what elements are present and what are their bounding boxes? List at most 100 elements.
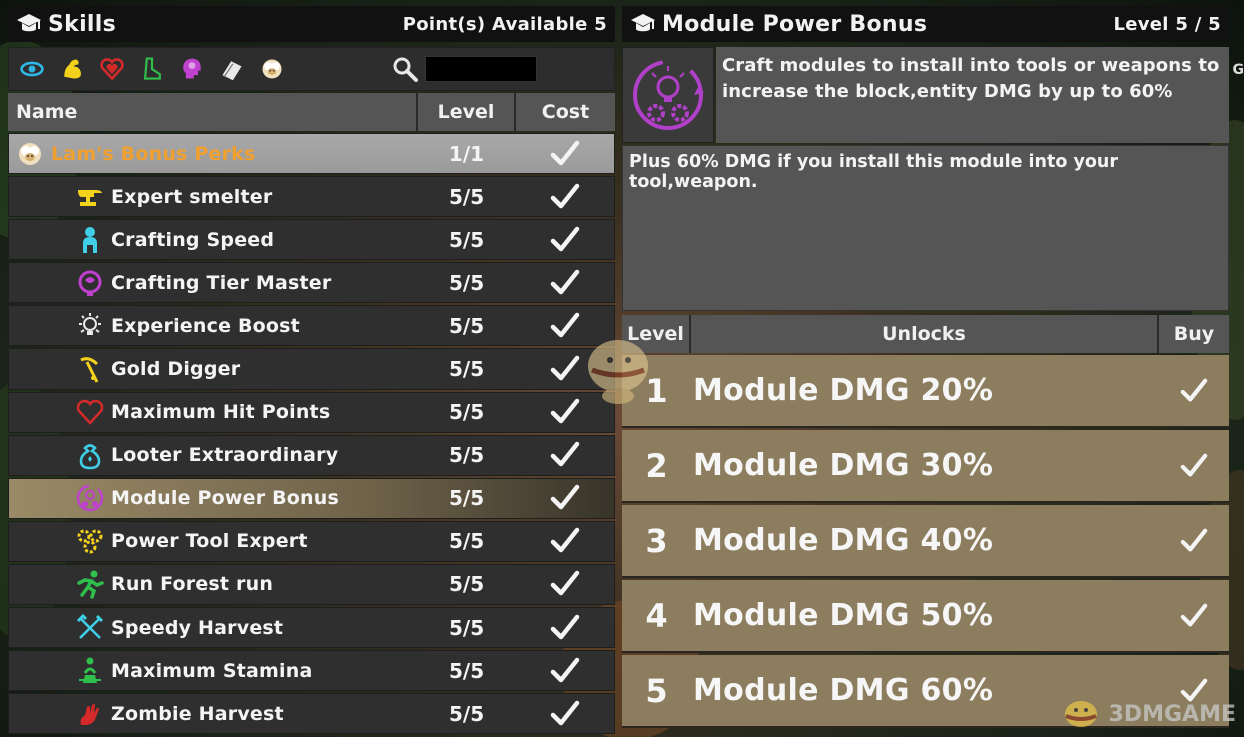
skill-cost-cell: [515, 139, 614, 169]
skill-name-cell: Gold Digger: [9, 354, 418, 384]
skill-cost-cell: [515, 569, 614, 599]
book-icon: [222, 61, 242, 81]
skill-level: 5/5: [448, 443, 485, 468]
unlocks-list: 1 Module DMG 20% 2 Module DMG 30% 3 Module DM…: [622, 355, 1229, 728]
perk-level: Level 5 / 5: [1113, 13, 1221, 35]
graduation-cap-icon: [17, 14, 41, 32]
anvil-icon: [78, 189, 102, 206]
perk-detail-panel: Module Power Bonus Level 5 / 5 Craft mod…: [622, 6, 1229, 730]
skill-row[interactable]: Module Power Bonus 5/5: [8, 477, 615, 519]
skill-name: Crafting Tier Master: [111, 271, 332, 294]
skill-cost-cell: [515, 268, 614, 298]
perk-group-row[interactable]: Lam's Bonus Perks 1/1: [8, 133, 615, 175]
offscreen-edge-text: G: [1232, 62, 1244, 78]
unlock-level: 5: [645, 671, 668, 710]
unlock-row[interactable]: 2 Module DMG 30%: [622, 430, 1229, 503]
checkmark-icon: [1180, 528, 1208, 551]
unlock-buy-cell[interactable]: [1159, 527, 1229, 555]
skill-name-cell: Power Tool Expert: [9, 526, 418, 556]
unlock-row[interactable]: 1 Module DMG 20%: [622, 355, 1229, 428]
skill-row[interactable]: Maximum Stamina 5/5: [8, 650, 615, 692]
skill-name: Crafting Speed: [111, 228, 275, 251]
skill-level: 5/5: [448, 486, 485, 511]
checkmark-icon: [550, 614, 579, 639]
module-gear-icon: [76, 485, 104, 512]
watermark-text: 3DMGAME: [1108, 701, 1236, 727]
skill-name-cell: Speedy Harvest: [9, 613, 418, 643]
category-filter-heart[interactable]: [95, 52, 129, 86]
unlock-level: 4: [645, 596, 668, 635]
skill-name-cell: Maximum Hit Points: [9, 397, 418, 427]
skills-table-header: Name Level Cost: [8, 93, 615, 131]
perk-long-description: Plus 60% DMG if you install this module …: [622, 145, 1229, 311]
skill-name-cell: Maximum Stamina: [9, 656, 418, 686]
checkmark-icon: [550, 269, 579, 295]
skill-level: 5/5: [448, 357, 485, 382]
skill-name: Run Forest run: [111, 573, 274, 596]
category-filter-brain-head[interactable]: [175, 52, 209, 86]
skill-level: 5/5: [448, 701, 485, 726]
skill-name-cell: Crafting Speed: [9, 225, 418, 255]
column-header-level[interactable]: Level: [418, 93, 516, 131]
skill-row[interactable]: Looter Extraordinary 5/5: [8, 434, 615, 476]
skill-row[interactable]: Crafting Tier Master 5/5: [8, 262, 615, 304]
checkmark-icon: [1180, 378, 1208, 401]
skill-cost-cell: [515, 440, 614, 470]
sheep-icon: [19, 142, 41, 165]
checkmark-icon: [550, 700, 579, 726]
skill-name-cell: Zombie Harvest: [9, 699, 418, 729]
category-filter-sheep[interactable]: [255, 52, 289, 86]
search-input[interactable]: [425, 56, 537, 82]
category-filter-book[interactable]: [215, 52, 249, 86]
skill-name-cell: Crafting Tier Master: [9, 268, 418, 298]
sheep-icon: [262, 59, 282, 79]
unlock-row[interactable]: 3 Module DMG 40%: [622, 505, 1229, 578]
watermark-mascot-icon: [1064, 701, 1097, 727]
column-header-name[interactable]: Name: [8, 93, 418, 131]
unlock-buy-cell[interactable]: [1159, 602, 1229, 630]
eye-icon: [20, 61, 44, 77]
runner-icon: [77, 570, 104, 600]
skill-name: Zombie Harvest: [111, 702, 284, 725]
category-filter-strength-arm[interactable]: [55, 52, 89, 86]
unlock-buy-cell[interactable]: [1159, 377, 1229, 405]
unlock-row[interactable]: 4 Module DMG 50%: [622, 580, 1229, 653]
skill-level: 5/5: [448, 615, 485, 640]
skill-row[interactable]: Expert smelter 5/5: [8, 176, 615, 218]
skills-titlebar: Skills Point(s) Available 5: [8, 6, 615, 42]
perk-summary: Craft modules to install into tools or w…: [622, 47, 1229, 143]
skill-row[interactable]: Run Forest run 5/5: [8, 563, 615, 606]
skill-row[interactable]: Power Tool Expert 5/5: [8, 520, 615, 562]
stamina-icon: [79, 657, 101, 683]
checkmark-icon: [1180, 603, 1208, 626]
skill-row[interactable]: Maximum Hit Points 5/5: [8, 391, 615, 433]
skill-row[interactable]: Crafting Speed 5/5: [8, 219, 615, 261]
heart-icon: [100, 58, 124, 81]
loot-bag-icon: [79, 444, 101, 470]
perk-short-description: Craft modules to install into tools or w…: [716, 47, 1229, 143]
checkmark-icon: [550, 485, 579, 510]
skill-row[interactable]: Experience Boost 5/5: [8, 305, 615, 347]
skill-row[interactable]: Gold Digger 5/5: [8, 348, 615, 390]
skill-cost-cell: [515, 225, 614, 255]
skill-row[interactable]: Speedy Harvest 5/5: [8, 607, 615, 649]
skill-cost-cell: [515, 656, 614, 686]
points-available: Point(s) Available 5: [402, 13, 607, 35]
skill-level: 5/5: [448, 184, 485, 209]
skill-name-cell: Looter Extraordinary: [9, 440, 418, 470]
skill-name: Module Power Bonus: [111, 487, 340, 510]
graduation-cap-icon: [631, 14, 655, 32]
category-filter-bar: [8, 47, 615, 91]
skill-cost-cell: [515, 699, 614, 729]
checkmark-icon: [550, 528, 579, 553]
category-filter-boot[interactable]: [135, 52, 169, 86]
zombie-hand-icon: [80, 703, 99, 725]
category-filter-eye[interactable]: [15, 52, 49, 86]
unlock-buy-cell[interactable]: [1159, 452, 1229, 480]
skill-cost-cell: [515, 182, 614, 212]
skill-name-cell: Lam's Bonus Perks: [9, 139, 418, 169]
skill-row[interactable]: Zombie Harvest 5/5: [8, 693, 615, 735]
column-header-cost[interactable]: Cost: [516, 93, 615, 131]
watermark: 3DMGAME: [1061, 697, 1236, 731]
skill-level: 1/1: [448, 141, 485, 166]
